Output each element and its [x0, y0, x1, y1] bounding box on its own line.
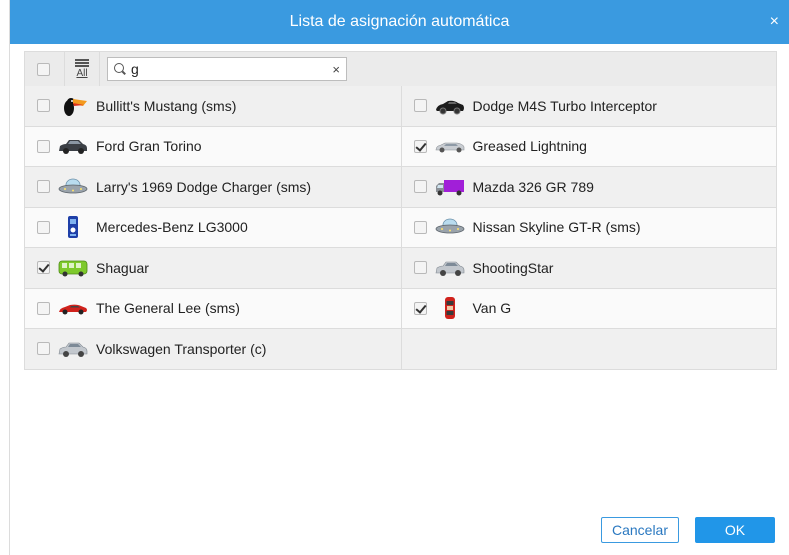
vehicle-item[interactable]: Nissan Skyline GT-R (sms) [400, 207, 776, 247]
silver-limousine-icon [435, 135, 465, 157]
list-icon [75, 59, 89, 67]
vehicle-checkbox[interactable] [37, 342, 50, 356]
vehicle-name: Mazda 326 GR 789 [472, 178, 594, 195]
table-row: Mercedes-Benz LG3000 Nissan Skyline GT-R … [25, 207, 776, 248]
vehicle-name: Ford Gran Torino [96, 138, 202, 155]
vehicle-checkbox[interactable] [37, 139, 50, 153]
table-row: Ford Gran Torino Greased Lightning [25, 126, 776, 167]
vehicle-name: Larry's 1969 Dodge Charger (sms) [96, 178, 312, 195]
select-all-checkbox[interactable] [37, 62, 50, 76]
vehicle-name: Nissan Skyline GT-R (sms) [472, 219, 641, 236]
vehicle-checkbox[interactable] [413, 261, 427, 275]
vehicle-checkbox[interactable] [37, 261, 50, 275]
vehicle-item[interactable]: Shaguar [25, 248, 401, 288]
vehicle-name: Van G [472, 300, 512, 317]
dark-sedan-icon [58, 135, 88, 157]
vehicle-item[interactable]: Greased Lightning [400, 126, 776, 166]
vehicle-name: Volkswagen Transporter (c) [96, 340, 267, 357]
vehicle-item[interactable]: Dodge M4S Turbo Interceptor [400, 86, 776, 126]
table-row: Shaguar ShootingStar [25, 248, 776, 289]
vehicle-item[interactable]: The General Lee (sms) [25, 288, 401, 328]
vehicle-name: ShootingStar [472, 259, 554, 276]
table-row: Bullitt's Mustang (sms) Dodge M4S Turbo I… [25, 86, 776, 127]
vehicle-name: The General Lee (sms) [96, 300, 240, 317]
ok-button[interactable]: OK [695, 517, 775, 543]
black-sports-car-icon [435, 95, 465, 117]
vehicle-name: Greased Lightning [472, 138, 587, 155]
vehicle-checkbox[interactable] [413, 220, 427, 234]
red-sports-car-icon [58, 297, 88, 319]
toucan-icon [58, 95, 88, 117]
vehicle-item[interactable]: Bullitt's Mustang (sms) [25, 86, 401, 126]
empty-cell [400, 329, 776, 369]
ufo-icon [58, 176, 88, 198]
vehicle-checkbox[interactable] [37, 99, 50, 113]
vehicle-item[interactable]: Larry's 1969 Dodge Charger (sms) [25, 167, 401, 207]
green-bus-icon [58, 257, 88, 279]
red-car-topview-icon [435, 297, 465, 320]
show-all-label: All [76, 68, 88, 79]
dialog-titlebar: Lista de asignación automática × [10, 0, 789, 44]
vehicle-item[interactable]: ShootingStar [400, 248, 776, 288]
silver-sedan-icon [58, 338, 88, 360]
vehicle-item[interactable]: Van G [400, 288, 776, 328]
search-input[interactable] [131, 61, 333, 77]
vehicle-name: Bullitt's Mustang (sms) [96, 97, 237, 114]
vehicle-checkbox[interactable] [413, 180, 427, 194]
list-toolbar: All × [24, 51, 777, 87]
purple-truck-icon [435, 176, 465, 198]
vehicle-checkbox[interactable] [37, 180, 50, 194]
vehicle-item[interactable]: Mercedes-Benz LG3000 [25, 207, 401, 247]
search-box[interactable]: × [107, 57, 347, 81]
dialog-footer: Cancelar OK [600, 517, 775, 543]
cancel-button[interactable]: Cancelar [600, 517, 679, 543]
vehicle-item[interactable]: Volkswagen Transporter (c) [25, 329, 401, 369]
vehicle-name: Dodge M4S Turbo Interceptor [472, 97, 657, 114]
vehicle-item[interactable]: Mazda 326 GR 789 [400, 167, 776, 207]
clear-search-icon[interactable]: × [332, 62, 340, 77]
table-row: Volkswagen Transporter (c) [25, 329, 776, 370]
vehicle-checkbox[interactable] [37, 220, 50, 234]
show-all-button[interactable]: All [64, 51, 100, 87]
close-icon[interactable]: × [770, 14, 779, 30]
silver-sedan-icon [435, 257, 465, 279]
blue-bottle-icon [58, 216, 88, 239]
dialog-title: Lista de asignación automática [289, 13, 510, 30]
auto-assignment-dialog: Lista de asignación automática × All × B… [9, 0, 789, 555]
vehicle-item[interactable]: Ford Gran Torino [25, 126, 401, 166]
vehicle-checkbox[interactable] [413, 139, 427, 153]
vehicle-checkbox[interactable] [413, 301, 427, 315]
table-row: Larry's 1969 Dodge Charger (sms) Mazda 32… [25, 167, 776, 208]
vehicle-name: Shaguar [96, 259, 149, 276]
vehicle-grid: Bullitt's Mustang (sms) Dodge M4S Turbo I… [24, 86, 777, 370]
table-row: The General Lee (sms) Van G [25, 288, 776, 329]
search-icon [114, 63, 126, 75]
ufo-icon [435, 216, 465, 238]
vehicle-checkbox[interactable] [37, 301, 50, 315]
vehicle-checkbox[interactable] [413, 99, 427, 113]
vehicle-name: Mercedes-Benz LG3000 [96, 219, 248, 236]
